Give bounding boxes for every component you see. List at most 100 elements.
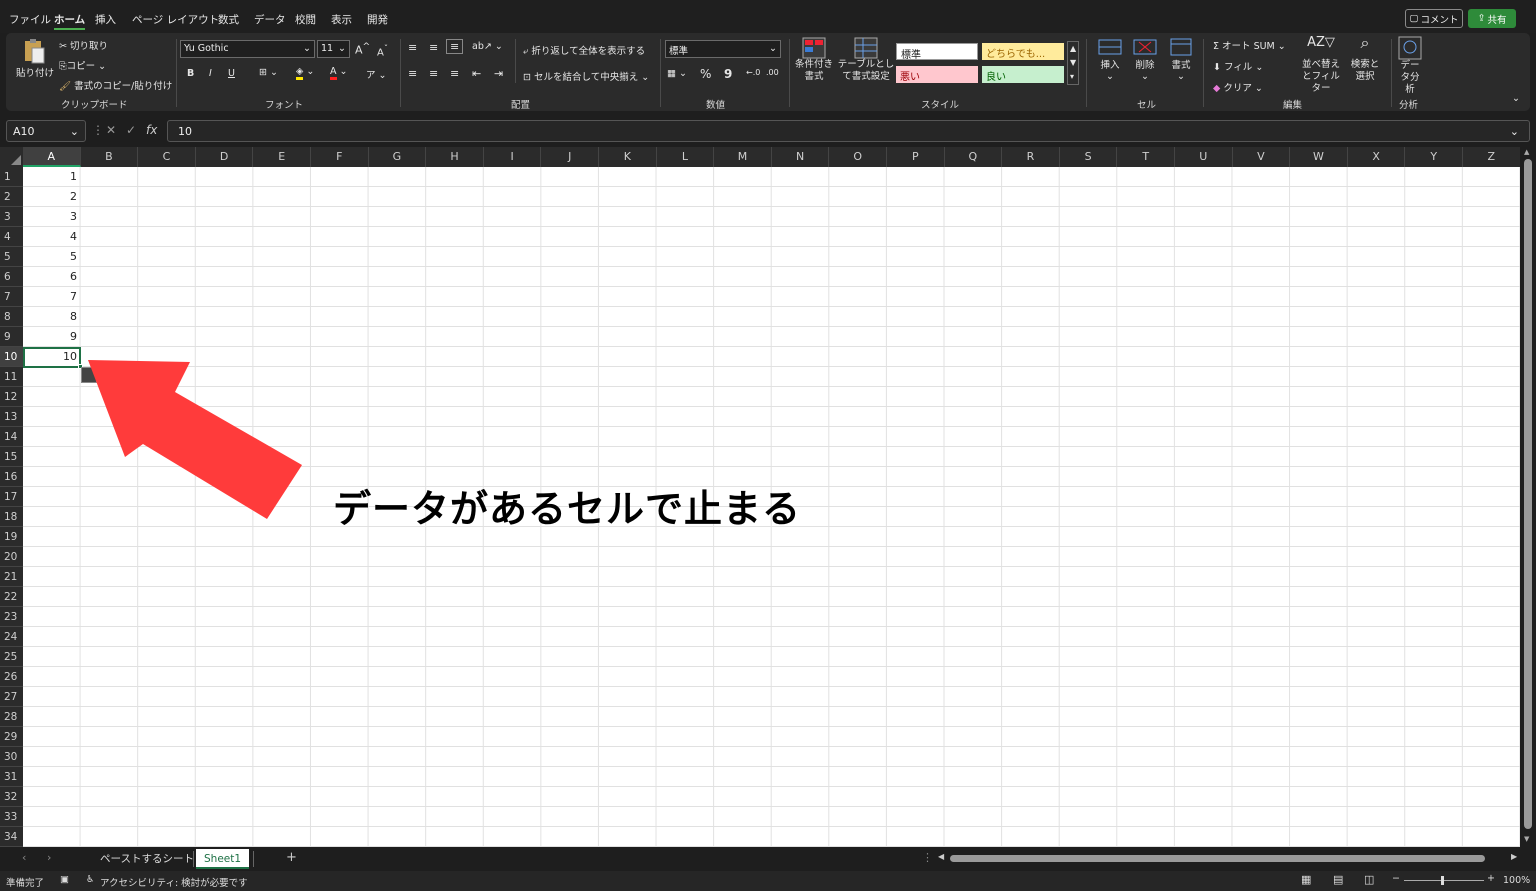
row-header-18[interactable]: 18 — [0, 507, 23, 527]
format-cells-button[interactable]: 書式 ⌄ — [1168, 37, 1194, 82]
tab-home[interactable]: ホーム — [54, 12, 86, 30]
font-name-dropdown[interactable]: Yu Gothic ⌄ — [180, 40, 315, 58]
column-header-j[interactable]: J — [541, 147, 599, 167]
align-bottom-icon[interactable]: ≡ — [446, 39, 464, 54]
conditional-format-button[interactable]: 条件付き書式 — [794, 37, 834, 83]
row-header-16[interactable]: 16 — [0, 467, 23, 487]
align-right-icon[interactable]: ≡ — [450, 67, 459, 80]
insert-function-icon[interactable]: fx — [146, 123, 157, 137]
decrease-font-button[interactable]: Aˇ — [377, 43, 388, 58]
row-header-6[interactable]: 6 — [0, 267, 23, 287]
select-all-button[interactable] — [0, 147, 23, 167]
increase-decimal-icon[interactable]: ←.0 — [746, 68, 760, 77]
column-header-w[interactable]: W — [1290, 147, 1348, 167]
cell-a6[interactable]: 6 — [23, 267, 80, 287]
cell-a2[interactable]: 2 — [23, 187, 80, 207]
copy-button[interactable]: ⎘コピー ⌄ — [59, 58, 106, 72]
column-header-z[interactable]: Z — [1463, 147, 1521, 167]
row-header-14[interactable]: 14 — [0, 427, 23, 447]
scroll-right-icon[interactable]: ▶ — [1511, 852, 1517, 861]
column-header-d[interactable]: D — [196, 147, 254, 167]
column-header-q[interactable]: Q — [945, 147, 1003, 167]
column-header-g[interactable]: G — [369, 147, 427, 167]
row-header-26[interactable]: 26 — [0, 667, 23, 687]
comment-button[interactable]: ▢ コメント — [1405, 9, 1463, 28]
align-center-icon[interactable]: ≡ — [429, 67, 438, 80]
borders-button[interactable]: ⊞ ⌄ — [259, 67, 278, 78]
scroll-left-icon[interactable]: ◀ — [938, 852, 944, 861]
column-header-p[interactable]: P — [887, 147, 945, 167]
cell-a8[interactable]: 8 — [23, 307, 80, 327]
row-header-24[interactable]: 24 — [0, 627, 23, 647]
orientation-button[interactable]: ab↗ ⌄ — [472, 41, 503, 52]
row-header-3[interactable]: 3 — [0, 207, 23, 227]
align-middle-icon[interactable]: ≡ — [429, 41, 438, 54]
column-header-l[interactable]: L — [657, 147, 715, 167]
row-header-17[interactable]: 17 — [0, 487, 23, 507]
tab-insert[interactable]: 挿入 — [95, 12, 116, 27]
row-header-7[interactable]: 7 — [0, 287, 23, 307]
column-header-u[interactable]: U — [1175, 147, 1233, 167]
find-select-button[interactable]: ⌕ 検索と選択 — [1348, 35, 1382, 83]
row-header-4[interactable]: 4 — [0, 227, 23, 247]
column-header-h[interactable]: H — [426, 147, 484, 167]
scroll-down-icon[interactable]: ▼ — [1524, 835, 1529, 843]
zoom-slider-thumb[interactable] — [1441, 876, 1444, 885]
zoom-level[interactable]: 100% — [1503, 875, 1530, 886]
column-header-f[interactable]: F — [311, 147, 369, 167]
row-header-12[interactable]: 12 — [0, 387, 23, 407]
normal-view-icon[interactable]: ▦ — [1301, 873, 1311, 886]
scroll-up-icon[interactable]: ▲ — [1524, 148, 1529, 156]
autosum-button[interactable]: Σ オート SUM ⌄ — [1213, 38, 1286, 52]
name-box[interactable]: A10 ⌄ — [6, 120, 86, 142]
cell-a1[interactable]: 1 — [23, 167, 80, 187]
column-header-x[interactable]: X — [1348, 147, 1406, 167]
phonetic-button[interactable]: ア ⌄ — [366, 67, 387, 81]
zoom-in-icon[interactable]: + — [1487, 873, 1495, 884]
clear-button[interactable]: ◆ クリア ⌄ — [1213, 80, 1263, 94]
cell-a5[interactable]: 5 — [23, 247, 80, 267]
wrap-text-button[interactable]: ⤶ 折り返して全体を表示する — [523, 43, 645, 57]
cell-a7[interactable]: 7 — [23, 287, 80, 307]
font-color-button[interactable]: A ⌄ — [330, 66, 347, 80]
row-header-11[interactable]: 11 — [0, 367, 23, 387]
style-normal[interactable]: 標準 — [896, 43, 978, 61]
share-button[interactable]: ⇪ 共有 — [1468, 9, 1516, 28]
page-layout-view-icon[interactable]: ▤ — [1333, 873, 1343, 886]
align-left-icon[interactable]: ≡ — [408, 67, 417, 80]
row-header-10[interactable]: 10 — [0, 347, 23, 367]
next-sheet-icon[interactable]: › — [47, 851, 51, 864]
row-header-1[interactable]: 1 — [0, 167, 23, 187]
decrease-indent-icon[interactable]: ⇤ — [472, 67, 481, 80]
column-header-e[interactable]: E — [253, 147, 311, 167]
column-header-y[interactable]: Y — [1405, 147, 1463, 167]
cell-a9[interactable]: 9 — [23, 327, 80, 347]
row-header-30[interactable]: 30 — [0, 747, 23, 767]
row-header-25[interactable]: 25 — [0, 647, 23, 667]
zoom-out-icon[interactable]: − — [1392, 873, 1400, 884]
paste-button[interactable]: 貼り付け — [16, 37, 54, 79]
bold-button[interactable]: B — [187, 68, 194, 79]
row-header-13[interactable]: 13 — [0, 407, 23, 427]
column-header-s[interactable]: S — [1060, 147, 1118, 167]
column-header-c[interactable]: C — [138, 147, 196, 167]
confirm-icon[interactable]: ✓ — [126, 123, 136, 137]
cut-button[interactable]: ✂ 切り取り — [59, 38, 108, 52]
fill-color-button[interactable]: ◈ ⌄ — [296, 66, 314, 80]
percent-button[interactable]: % — [700, 67, 711, 81]
split-handle-icon[interactable]: ⋮ — [922, 851, 933, 864]
comma-button[interactable]: 9 — [724, 67, 732, 81]
sheet-tab-paste[interactable]: ペーストするシート — [92, 849, 202, 869]
currency-button[interactable]: ▦ ⌄ — [667, 68, 687, 79]
row-header-22[interactable]: 22 — [0, 587, 23, 607]
column-header-m[interactable]: M — [714, 147, 772, 167]
tab-view[interactable]: 表示 — [331, 12, 352, 27]
column-header-b[interactable]: B — [81, 147, 139, 167]
row-header-20[interactable]: 20 — [0, 547, 23, 567]
row-header-21[interactable]: 21 — [0, 567, 23, 587]
row-header-5[interactable]: 5 — [0, 247, 23, 267]
fill-button[interactable]: ⬇ フィル ⌄ — [1213, 59, 1263, 73]
format-painter-button[interactable]: 🖌 書式のコピー/貼り付け — [59, 78, 172, 92]
macro-record-icon[interactable]: ▣ — [60, 874, 69, 885]
cell-a4[interactable]: 4 — [23, 227, 80, 247]
